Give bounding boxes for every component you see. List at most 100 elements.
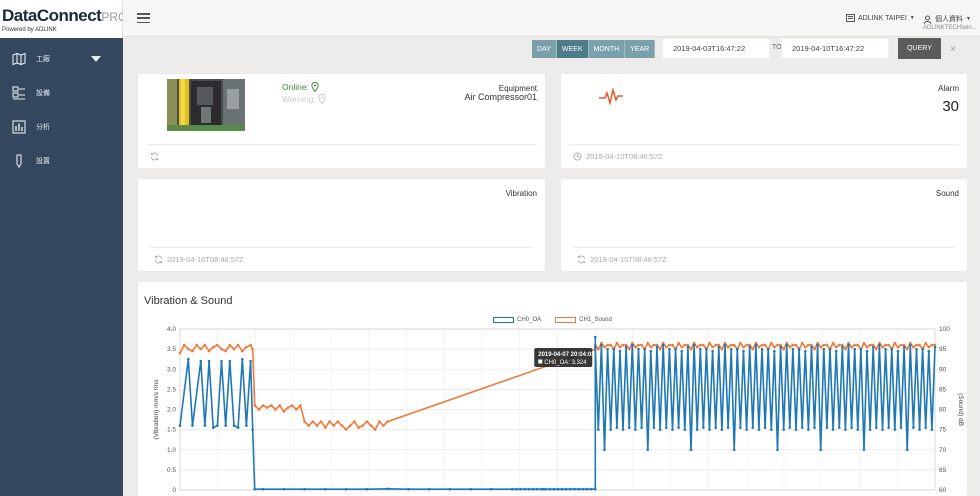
series-ch0-line-point xyxy=(531,487,535,491)
chevron-down-icon[interactable] xyxy=(91,56,101,62)
series-ch0-line-point xyxy=(859,347,863,351)
series-ch0-line-point xyxy=(711,349,714,353)
series-ch1-line-point xyxy=(742,345,745,349)
series-ch0-line-point xyxy=(899,426,903,429)
date-from-input[interactable] xyxy=(662,38,770,59)
series-ch1-line-point xyxy=(621,343,625,347)
clock-icon xyxy=(573,152,582,161)
series-ch1-line-point xyxy=(794,343,798,347)
series-ch0-line-point xyxy=(593,345,597,349)
range-day-button[interactable]: DAY xyxy=(532,40,557,58)
series-ch0-line-point xyxy=(927,349,931,353)
date-to-input[interactable] xyxy=(781,38,889,59)
equipment-name: Air Compressor01 xyxy=(464,92,537,102)
series-ch1-line-point xyxy=(357,426,360,429)
series-ch1-line-point xyxy=(649,345,653,349)
menu-toggle-icon[interactable] xyxy=(137,13,150,24)
y-tick-label: 4.0 xyxy=(167,326,176,333)
series-ch1-line-point xyxy=(191,349,194,353)
series-ch1-line-point xyxy=(760,343,764,347)
close-icon[interactable]: × xyxy=(950,44,956,55)
device-list-icon xyxy=(12,86,25,100)
vibration-sound-chart-card: Vibration & Sound CH0_OA CH1_Sound 0 60 0.… xyxy=(138,282,967,496)
series-ch1-line-point xyxy=(207,349,211,353)
series-ch1-line-point xyxy=(884,343,887,347)
series-ch0-line-point xyxy=(791,347,795,351)
series-ch1-line-point xyxy=(708,341,711,345)
series-ch0-line-point xyxy=(813,426,816,429)
series-ch0-line-point xyxy=(933,345,937,349)
series-ch1-line-point xyxy=(597,347,600,351)
series-ch0-line-point xyxy=(698,347,702,351)
series-ch1-line-point xyxy=(915,343,918,347)
range-year-button[interactable]: YEAR xyxy=(625,40,656,58)
sidebar-item-label: 設備 xyxy=(36,90,50,97)
series-ch1-line-point xyxy=(369,424,373,427)
series-ch1-line-point xyxy=(924,341,928,345)
series-ch0-line-point xyxy=(770,428,773,431)
series-ch0-line-point xyxy=(800,426,804,429)
map-icon xyxy=(12,52,26,66)
series-ch1-line-point xyxy=(695,345,699,349)
series-ch1-line-point xyxy=(683,343,687,347)
series-ch0-line-point xyxy=(469,487,472,491)
series-ch1-line-point xyxy=(782,347,785,351)
analysis-chart-icon xyxy=(12,120,26,134)
series-ch0-line-point xyxy=(739,426,742,429)
sidebar-item-factory[interactable]: 工廠 xyxy=(0,42,123,76)
tooltip-swatch xyxy=(538,359,543,364)
series-ch1-line-point xyxy=(776,343,779,347)
range-month-button[interactable]: MONTH xyxy=(588,40,626,58)
series-ch0-line-point xyxy=(649,349,653,353)
series-ch1-line-point xyxy=(702,343,705,347)
series-ch0-line-point xyxy=(640,426,643,429)
series-ch1-line-point xyxy=(875,347,878,351)
status-warning: Warning: xyxy=(282,94,326,104)
user-menu[interactable]: 個人資料 ▼ xyxy=(923,14,971,24)
series-ch1-line-point xyxy=(896,345,900,349)
org-selector[interactable]: ADLINK TAIPEI ▼ xyxy=(846,14,915,22)
series-ch1-line-point xyxy=(677,341,680,345)
series-ch1-line-point xyxy=(603,345,606,349)
series-ch0-line-point xyxy=(303,487,306,491)
brand-name-text: DataConnect xyxy=(2,6,102,25)
series-ch1-line-point xyxy=(714,343,718,347)
series-ch0-line-point xyxy=(868,428,872,431)
series-ch0-line-point xyxy=(881,428,884,431)
series-ch0-line-point xyxy=(581,487,585,491)
refresh-icon[interactable] xyxy=(577,255,586,264)
brand-logo[interactable]: DataConnectPRO Powered by ADLINK xyxy=(0,0,127,38)
series-ch0-line-point xyxy=(745,428,748,431)
series-ch0-line-point xyxy=(692,343,696,347)
query-button[interactable]: QUERY xyxy=(898,38,941,59)
series-ch0-line-point xyxy=(850,426,853,429)
sidebar-item-label: 設置 xyxy=(36,158,50,165)
series-ch1-line-point xyxy=(307,424,311,427)
refresh-icon[interactable] xyxy=(150,152,159,161)
series-ch0-line-point xyxy=(915,347,918,351)
series-ch1-line-point xyxy=(834,345,838,349)
series-ch1-line-point xyxy=(652,343,656,347)
series-ch0-line-point xyxy=(896,349,900,353)
series-ch0-line-point xyxy=(763,426,767,429)
series-ch1-line-point xyxy=(361,424,365,427)
series-ch1-line-point xyxy=(348,424,352,427)
series-ch1-line-point xyxy=(729,343,733,347)
sidebar-item-settings[interactable]: 設置 xyxy=(0,144,123,178)
refresh-icon[interactable] xyxy=(154,255,163,264)
series-ch0-line-point xyxy=(427,487,431,491)
sidebar-item-device[interactable]: 設備 xyxy=(0,76,123,110)
sidebar-item-analysis[interactable]: 分析 xyxy=(0,110,123,144)
series-ch0-line-point xyxy=(878,343,881,347)
series-ch0-line-point xyxy=(856,428,860,431)
series-ch1-line-point xyxy=(286,406,290,409)
series-ch0-line-point xyxy=(621,428,625,431)
series-ch1-line-point xyxy=(825,343,829,347)
series-ch1-line-point xyxy=(881,345,884,349)
alarm-title: Alarm xyxy=(938,84,959,93)
series-ch1-line-point xyxy=(211,345,215,349)
series-ch0-line-point xyxy=(875,426,878,429)
y2-tick-label: 90 xyxy=(939,366,947,373)
status-online: Online: xyxy=(282,82,319,92)
range-week-button[interactable]: WEEK xyxy=(556,40,589,58)
